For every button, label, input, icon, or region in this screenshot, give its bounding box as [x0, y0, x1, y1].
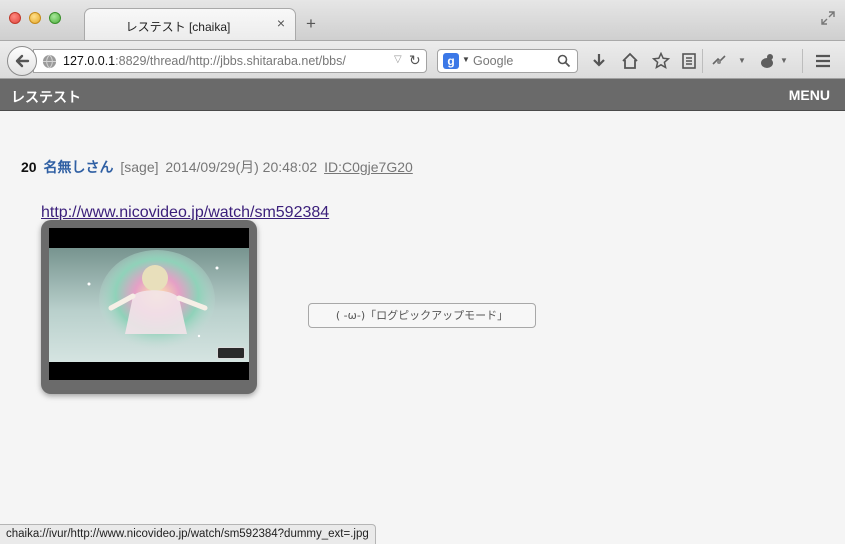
- back-arrow-icon: [15, 54, 30, 68]
- poster-name: 名無しさん: [43, 159, 114, 175]
- google-logo-icon[interactable]: g: [443, 53, 459, 69]
- tab-title: レステスト [chaika]: [125, 20, 231, 34]
- browser-tab-bar: レステスト [chaika] × +: [0, 0, 845, 40]
- chaika-dropdown-icon[interactable]: ▼: [780, 56, 788, 65]
- page-title: レステスト: [11, 89, 81, 105]
- post-header: 20 名無しさん [sage] 2014/09/29(月) 20:48:02 I…: [21, 157, 413, 177]
- url-dropdown-icon[interactable]: ▽: [394, 54, 402, 65]
- bookmark-star-icon[interactable]: [652, 52, 670, 70]
- url-text[interactable]: 127.0.0.1:8829/thread/http://jbbs.shitar…: [63, 54, 393, 68]
- active-tab[interactable]: レステスト [chaika] ×: [84, 8, 296, 40]
- image-popup[interactable]: [41, 220, 257, 394]
- download-icon[interactable]: [590, 52, 608, 70]
- toolbar-separator: [702, 49, 703, 73]
- hamburger-menu-icon[interactable]: [814, 52, 832, 70]
- new-tab-button[interactable]: +: [306, 15, 316, 32]
- menu-button[interactable]: MENU: [789, 87, 830, 103]
- search-bar[interactable]: g ▼ Google: [437, 49, 578, 73]
- reload-icon[interactable]: ↻: [409, 53, 421, 67]
- back-button[interactable]: [7, 46, 37, 76]
- url-bar[interactable]: 127.0.0.1:8829/thread/http://jbbs.shitar…: [33, 49, 427, 73]
- poster-mail: [sage]: [120, 159, 159, 175]
- search-input[interactable]: Google: [473, 54, 513, 68]
- thumbnail-image: [49, 248, 249, 362]
- addon-icon[interactable]: [710, 52, 728, 70]
- zoom-window-button[interactable]: [49, 12, 61, 24]
- url-path: :8829/thread/http://jbbs.shitaraba.net/b…: [115, 54, 346, 68]
- poster-id[interactable]: ID:C0gje7G20: [324, 159, 413, 175]
- addon-dropdown-icon[interactable]: ▼: [738, 56, 746, 65]
- nico-logo-icon: [217, 347, 245, 359]
- globe-icon: [42, 54, 57, 69]
- toolbar-separator: [802, 49, 803, 73]
- home-icon[interactable]: [621, 52, 639, 70]
- log-pickup-mode-button[interactable]: ( -ω-)「ログピックアップモード」: [308, 303, 536, 328]
- thumbnail-figure: [87, 250, 219, 350]
- chaika-icon[interactable]: [758, 52, 776, 70]
- browser-toolbar: 127.0.0.1:8829/thread/http://jbbs.shitar…: [0, 40, 845, 79]
- close-window-button[interactable]: [9, 12, 21, 24]
- search-icon[interactable]: [557, 54, 571, 68]
- video-thumbnail[interactable]: [49, 228, 249, 380]
- search-engine-dropdown-icon[interactable]: ▼: [462, 55, 470, 64]
- fullscreen-icon[interactable]: [821, 11, 835, 25]
- url-host: 127.0.0.1: [63, 54, 116, 68]
- app-header: レステスト MENU: [0, 79, 845, 111]
- post-date: 2014/09/29(月) 20:48:02: [165, 159, 318, 175]
- status-bar: chaika://ivur/http://www.nicovideo.jp/wa…: [0, 524, 376, 544]
- tab-close-icon[interactable]: ×: [277, 16, 285, 30]
- post-number[interactable]: 20: [21, 159, 37, 175]
- reading-list-icon[interactable]: [680, 52, 698, 70]
- minimize-window-button[interactable]: [29, 12, 41, 24]
